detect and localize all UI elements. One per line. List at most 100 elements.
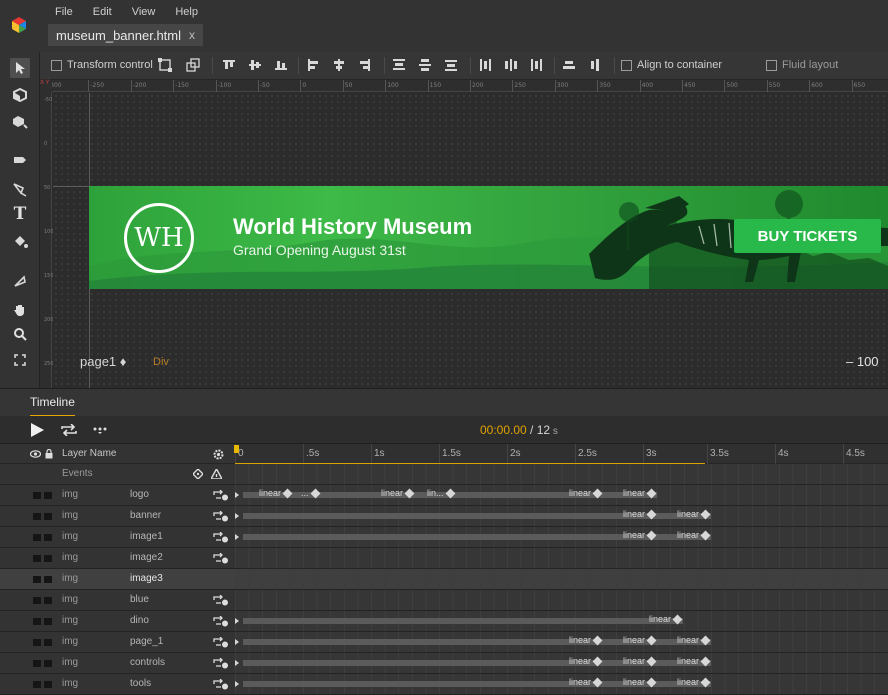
more-options-icon[interactable]	[93, 426, 107, 434]
lock-toggle[interactable]	[44, 534, 52, 541]
keyframe[interactable]: linear	[623, 677, 657, 687]
distribute-right-icon[interactable]	[530, 58, 544, 72]
layer-row[interactable]: img tools linear linear linear	[0, 674, 888, 695]
keyframe[interactable]: linear	[569, 677, 603, 687]
keyframe[interactable]: ...	[301, 488, 320, 498]
lock-toggle[interactable]	[44, 576, 52, 583]
keyframe[interactable]: linear	[623, 488, 657, 498]
lock-toggle[interactable]	[44, 555, 52, 562]
vertical-ruler[interactable]: -50 0 50 100 150 200 250	[40, 92, 54, 388]
align-top-icon[interactable]	[222, 58, 236, 72]
add-event-icon[interactable]	[211, 469, 222, 479]
layer-name[interactable]: banner	[130, 510, 161, 521]
horizontal-ruler[interactable]: -300 -250 -200 -150 -100 -50 0 50 100 150 200 250 30…	[40, 80, 888, 92]
keyframe[interactable]: linear	[677, 677, 711, 687]
layer-name[interactable]: dino	[130, 615, 149, 626]
keyframe[interactable]: linear	[677, 509, 711, 519]
layer-row[interactable]: img image1 linear linear	[0, 527, 888, 548]
keyframe[interactable]: linear	[381, 488, 415, 498]
layer-track[interactable]	[235, 590, 888, 610]
keyframe[interactable]: linear	[569, 488, 603, 498]
match-height-icon[interactable]	[588, 58, 602, 72]
menu-view[interactable]: View	[132, 6, 156, 18]
keyframe-marker[interactable]	[235, 660, 239, 666]
loop-icon[interactable]	[59, 424, 79, 436]
transform-3d-icon[interactable]	[186, 58, 200, 72]
lock-toggle[interactable]	[44, 597, 52, 604]
animation-loop-icon[interactable]	[213, 595, 229, 606]
animation-loop-icon[interactable]	[213, 490, 229, 501]
add-keyframe-icon[interactable]	[193, 469, 203, 479]
menu-help[interactable]: Help	[175, 6, 198, 18]
menu-file[interactable]: File	[55, 6, 73, 18]
keyframe[interactable]: linear	[677, 530, 711, 540]
text-tool-icon[interactable]: T	[10, 204, 30, 224]
keyframe[interactable]: linear	[677, 656, 711, 666]
keyframe[interactable]: linear	[649, 614, 683, 624]
layer-row-selected[interactable]: img image3	[0, 569, 888, 590]
visibility-toggle[interactable]	[33, 681, 41, 688]
visibility-toggle[interactable]	[33, 513, 41, 520]
visibility-toggle[interactable]	[33, 576, 41, 583]
layer-row[interactable]: img image2	[0, 548, 888, 569]
keyframe[interactable]: linear	[569, 635, 603, 645]
lock-toggle[interactable]	[44, 681, 52, 688]
time-ruler[interactable]: 0 .5s 1s 1.5s 2s 2.5s 3s 3.5s 4s 4.5s	[235, 444, 888, 464]
hand-tool-icon[interactable]	[10, 300, 30, 320]
events-row[interactable]: Events	[0, 464, 888, 485]
lock-icon[interactable]	[45, 449, 53, 459]
animation-loop-icon[interactable]	[213, 532, 229, 543]
keyframe-marker[interactable]	[235, 639, 239, 645]
layer-name[interactable]: image3	[130, 573, 163, 584]
layer-row[interactable]: img page_1 linear linear linear	[0, 632, 888, 653]
match-width-icon[interactable]	[562, 58, 576, 72]
wh-logo[interactable]: WH	[124, 203, 194, 273]
fit-screen-tool-icon[interactable]	[10, 350, 30, 370]
play-icon[interactable]	[30, 423, 44, 437]
lock-toggle[interactable]	[44, 492, 52, 499]
layer-row[interactable]: img logo linear ... linear lin... linear…	[0, 485, 888, 506]
playhead[interactable]	[234, 445, 239, 453]
animation-loop-icon[interactable]	[213, 616, 229, 627]
keyframe[interactable]: linear	[569, 656, 603, 666]
visibility-toggle[interactable]	[33, 639, 41, 646]
layer-row[interactable]: img blue	[0, 590, 888, 611]
lock-toggle[interactable]	[44, 513, 52, 520]
layer-name[interactable]: image2	[130, 552, 163, 563]
layer-name[interactable]: blue	[130, 594, 149, 605]
keyframe-marker[interactable]	[235, 513, 239, 519]
document-tab[interactable]: museum_banner.html x	[48, 24, 204, 46]
visibility-toggle[interactable]	[33, 534, 41, 541]
layer-name[interactable]: tools	[130, 678, 151, 689]
layer-row[interactable]: img banner linear linear	[0, 506, 888, 527]
animation-loop-icon[interactable]	[213, 679, 229, 690]
align-middle-icon[interactable]	[248, 58, 262, 72]
layer-row[interactable]: img dino linear	[0, 611, 888, 632]
keyframe[interactable]: linear	[623, 530, 657, 540]
align-left-icon[interactable]	[306, 58, 320, 72]
animation-loop-icon[interactable]	[213, 658, 229, 669]
keyframe-marker[interactable]	[235, 681, 239, 687]
distribute-left-icon[interactable]	[478, 58, 492, 72]
keyframe[interactable]: linear	[677, 635, 711, 645]
buy-tickets-button[interactable]: BUY TICKETS	[734, 219, 881, 253]
animation-loop-icon[interactable]	[213, 553, 229, 564]
layer-track[interactable]	[235, 569, 888, 589]
animation-bar[interactable]	[243, 618, 683, 624]
events-track[interactable]	[235, 464, 888, 484]
3d-rotate-tool-icon[interactable]	[10, 85, 30, 105]
distribute-middle-icon[interactable]	[418, 58, 432, 72]
animation-loop-icon[interactable]	[213, 511, 229, 522]
museum-banner[interactable]: WH World History Museum Grand Opening Au…	[89, 186, 888, 289]
distribute-top-icon[interactable]	[392, 58, 406, 72]
distribute-center-icon[interactable]	[504, 58, 518, 72]
keyframe-marker[interactable]	[235, 618, 239, 624]
animation-loop-icon[interactable]	[213, 637, 229, 648]
visibility-toggle[interactable]	[33, 597, 41, 604]
visibility-toggle[interactable]	[33, 555, 41, 562]
transform-control-checkbox[interactable]	[51, 60, 62, 71]
layer-track[interactable]	[235, 548, 888, 568]
align-to-container-checkbox[interactable]	[621, 60, 632, 71]
gear-icon[interactable]	[213, 449, 224, 460]
visibility-toggle[interactable]	[33, 618, 41, 625]
